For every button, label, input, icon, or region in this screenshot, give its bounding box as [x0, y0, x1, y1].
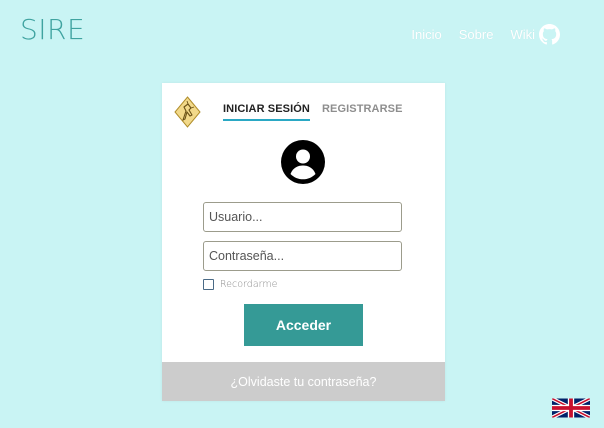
tab-iniciar-sesion[interactable]: INICIAR SESIÓN [223, 103, 310, 121]
remember-me[interactable]: Recordarme [203, 279, 277, 290]
uk-flag-icon[interactable] [552, 398, 590, 418]
auth-tabs: INICIAR SESIÓN REGISTRARSE [223, 103, 403, 121]
remember-label: Recordarme [220, 279, 278, 290]
nav-link-wiki-label: Wiki [510, 27, 535, 42]
nav-link-sobre[interactable]: Sobre [459, 27, 494, 42]
password-input[interactable] [203, 241, 402, 271]
nav-link-inicio[interactable]: Inicio [411, 27, 441, 42]
forgot-password-link[interactable]: ¿Olvidaste tu contraseña? [162, 362, 445, 401]
account-circle-icon [281, 140, 325, 184]
tab-registrarse[interactable]: REGISTRARSE [322, 103, 403, 121]
top-nav: Inicio Sobre Wiki [411, 24, 560, 45]
nav-link-wiki[interactable]: Wiki [510, 24, 560, 45]
brand-title[interactable]: SIRE [20, 13, 85, 46]
remember-checkbox[interactable] [203, 279, 214, 290]
github-icon [539, 24, 560, 45]
organization-logo [174, 96, 201, 128]
username-input[interactable] [203, 202, 402, 232]
login-button[interactable]: Acceder [244, 304, 363, 346]
login-card: INICIAR SESIÓN REGISTRARSE Recordarme Ac… [162, 83, 445, 401]
